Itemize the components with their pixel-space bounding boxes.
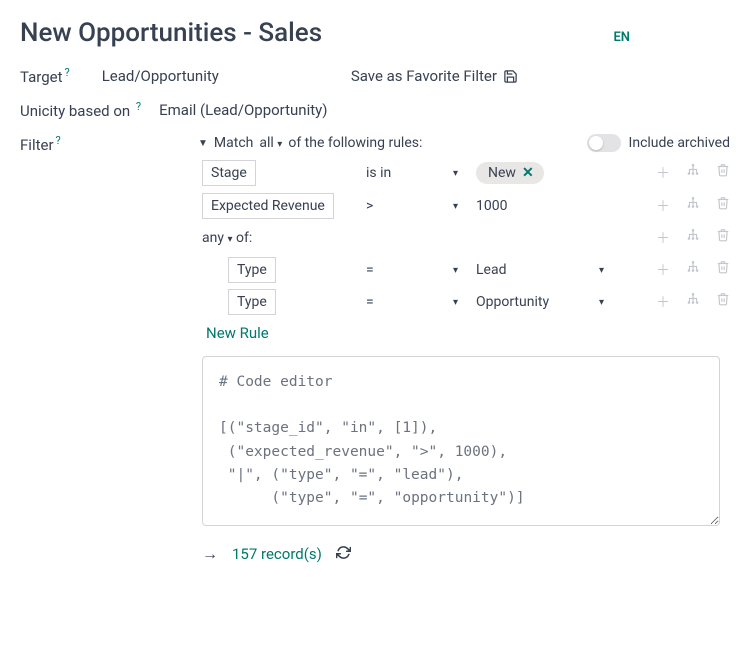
chevron-down-icon: ▾ (453, 201, 458, 212)
save-icon (503, 69, 518, 84)
delete-rule-icon[interactable] (716, 163, 730, 183)
unicity-label: Unicity based on ? (20, 100, 141, 120)
include-archived-toggle[interactable] (587, 134, 621, 152)
add-rule-icon[interactable]: ＋ (656, 292, 670, 312)
refresh-icon[interactable] (336, 545, 351, 564)
field-select[interactable]: Expected Revenue (202, 193, 334, 219)
value-select[interactable]: Lead ▾ (476, 262, 604, 278)
group-mode-select[interactable]: any ▾ (202, 230, 233, 246)
value-tag[interactable]: New ✕ (476, 162, 544, 184)
add-rule-icon[interactable]: ＋ (656, 228, 670, 248)
target-value[interactable]: Lead/Opportunity (102, 67, 219, 85)
field-select[interactable]: Type (228, 257, 276, 283)
include-archived-label: Include archived (629, 135, 730, 151)
page-title: New Opportunities - Sales (20, 18, 613, 48)
chevron-down-icon: ▾ (277, 139, 282, 150)
value-text: Opportunity (476, 294, 549, 310)
branch-icon[interactable] (686, 292, 700, 312)
group-header: any ▾ of: ＋ (202, 228, 730, 248)
value-select[interactable]: Opportunity ▾ (476, 294, 604, 310)
unicity-label-text: Unicity based on (20, 102, 130, 120)
add-rule-icon[interactable]: ＋ (656, 163, 670, 183)
group-suffix: of: (236, 230, 252, 246)
match-prefix: Match (214, 135, 253, 151)
chevron-down-icon: ▾ (453, 265, 458, 276)
filter-label-text: Filter (20, 136, 54, 154)
value-text: Lead (476, 262, 506, 278)
new-rule-button[interactable]: New Rule (206, 324, 730, 342)
operator-select[interactable]: > ▾ (366, 198, 476, 214)
operator-select[interactable]: is in ▾ (366, 165, 476, 181)
delete-rule-icon[interactable] (716, 292, 730, 312)
unicity-value[interactable]: Email (Lead/Opportunity) (159, 101, 327, 119)
delete-rule-icon[interactable] (716, 228, 730, 248)
rule-row: Stage is in ▾ New ✕ ＋ (202, 162, 730, 184)
field-select[interactable]: Type (228, 289, 276, 315)
code-editor[interactable] (202, 356, 720, 526)
match-mode-value: all (259, 135, 273, 151)
language-badge[interactable]: EN (613, 30, 630, 45)
arrow-right-icon: → (202, 544, 218, 564)
match-suffix: of the following rules: (288, 135, 422, 151)
rule-row: Type = ▾ Opportunity ▾ ＋ (228, 292, 730, 312)
tag-label: New (488, 165, 516, 181)
chevron-down-icon: ▾ (227, 234, 232, 245)
group-mode-value: any (202, 230, 224, 246)
branch-icon[interactable] (686, 196, 700, 216)
operator-select[interactable]: = ▾ (366, 262, 476, 278)
field-select[interactable]: Stage (202, 160, 256, 186)
tag-remove-icon[interactable]: ✕ (522, 165, 534, 181)
save-favorite-button[interactable]: Save as Favorite Filter (351, 67, 518, 85)
value-input[interactable]: 1000 (476, 198, 507, 214)
branch-icon[interactable] (686, 228, 700, 248)
chevron-down-icon: ▾ (599, 297, 604, 308)
collapse-caret-icon[interactable]: ▼ (198, 138, 208, 149)
help-icon[interactable]: ? (65, 66, 70, 79)
records-count[interactable]: 157 record(s) (232, 545, 322, 563)
delete-rule-icon[interactable] (716, 196, 730, 216)
target-label: Target? (20, 66, 70, 86)
save-favorite-label: Save as Favorite Filter (351, 67, 497, 85)
help-icon[interactable]: ? (136, 100, 141, 113)
help-icon[interactable]: ? (56, 134, 61, 147)
match-mode-select[interactable]: all ▾ (259, 135, 282, 151)
branch-icon[interactable] (686, 260, 700, 280)
target-label-text: Target (20, 68, 63, 86)
delete-rule-icon[interactable] (716, 260, 730, 280)
branch-icon[interactable] (686, 163, 700, 183)
operator-value: = (366, 294, 374, 310)
rule-row: Expected Revenue > ▾ 1000 ＋ (202, 196, 730, 216)
operator-select[interactable]: = ▾ (366, 294, 476, 310)
operator-value: = (366, 262, 374, 278)
chevron-down-icon: ▾ (453, 168, 458, 179)
operator-value: is in (366, 165, 391, 181)
add-rule-icon[interactable]: ＋ (656, 260, 670, 280)
chevron-down-icon: ▾ (599, 265, 604, 276)
filter-label: Filter? (20, 136, 61, 154)
rule-row: Type = ▾ Lead ▾ ＋ (228, 260, 730, 280)
add-rule-icon[interactable]: ＋ (656, 196, 670, 216)
chevron-down-icon: ▾ (453, 297, 458, 308)
operator-value: > (366, 198, 373, 214)
